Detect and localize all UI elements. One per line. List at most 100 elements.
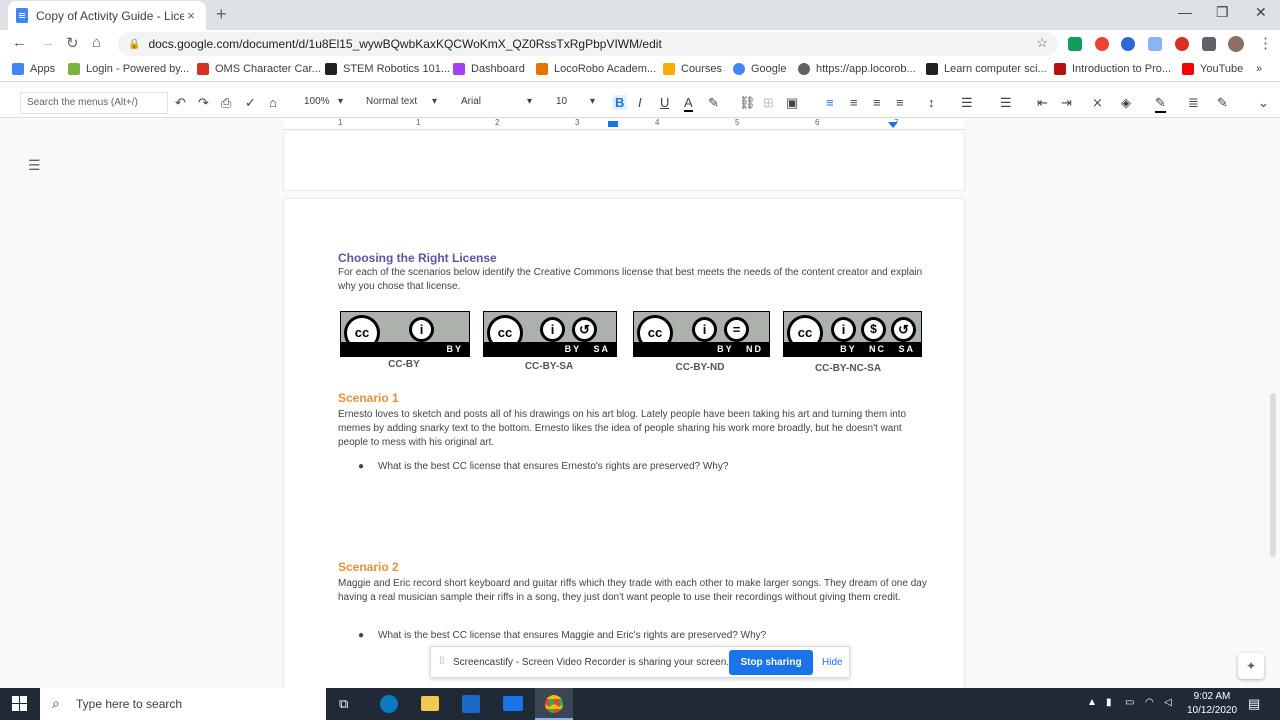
home-icon[interactable]: ⌂	[92, 34, 101, 51]
font-chevron-down-icon[interactable]: ▾	[527, 96, 532, 107]
search-menus-input[interactable]: Search the menus (Alt+/)	[20, 92, 168, 114]
close-window-button[interactable]: ✕	[1255, 4, 1267, 21]
chrome-menu-icon[interactable]: ⋮	[1258, 34, 1273, 52]
highlight-icon[interactable]: ✎	[708, 95, 719, 111]
browser-tab[interactable]: Copy of Activity Guide - Licensin ×	[8, 1, 206, 30]
page[interactable]: Choosing the Right License For each of t…	[284, 199, 964, 688]
justify-icon[interactable]: ≡	[896, 95, 904, 110]
bookmark-stem[interactable]: STEM Robotics 101...	[325, 63, 450, 75]
bullet-dot: ●	[358, 461, 365, 472]
bookmark-youtube[interactable]: YouTube	[1182, 63, 1243, 75]
collapse-toolbar-icon[interactable]: ⌄	[1258, 95, 1269, 111]
document-canvas: ☰ Choosing the Right License For each of…	[0, 131, 1280, 688]
bookmark-learn-cs[interactable]: Learn computer sci...	[926, 63, 1047, 75]
bold-icon[interactable]: B	[612, 95, 628, 110]
document-outline-icon[interactable]: ☰	[28, 157, 41, 174]
extensions-puzzle-icon[interactable]	[1202, 37, 1216, 51]
link-icon[interactable]: ⛓	[739, 95, 756, 111]
extension-classroom-icon[interactable]	[1068, 37, 1082, 51]
forward-arrow-icon[interactable]: →	[40, 34, 55, 51]
first-line-indent-marker[interactable]	[608, 121, 618, 127]
zoom-chevron-down-icon[interactable]: ▾	[338, 96, 343, 107]
notifications-icon[interactable]: ▤	[1248, 696, 1260, 712]
taskbar-search-box[interactable]: ⌕ Type here to search	[40, 688, 326, 720]
drag-handle-icon[interactable]: ⁞⁞	[439, 656, 445, 667]
extension-window-icon[interactable]	[1148, 37, 1162, 51]
style-chevron-down-icon[interactable]: ▾	[432, 96, 437, 107]
font-select[interactable]: Arial	[461, 96, 481, 107]
clock-date[interactable]: 10/12/2020	[1183, 705, 1241, 716]
store-icon[interactable]	[462, 695, 480, 713]
align-left-icon[interactable]: ≡	[826, 95, 834, 110]
border-color-icon[interactable]: ✎	[1155, 95, 1166, 113]
bookmark-intro[interactable]: Introduction to Pro...	[1054, 63, 1171, 75]
bookmark-locorobo[interactable]: LocoRobo Academ...	[536, 63, 656, 75]
share-alike-icon: ↺	[891, 317, 916, 342]
numbered-list-icon[interactable]: ☰	[961, 95, 973, 111]
border-weight-icon[interactable]: ≣	[1188, 95, 1199, 111]
print-icon[interactable]: ⎙	[221, 95, 231, 111]
align-center-icon[interactable]: ≡	[850, 95, 858, 110]
edge-icon[interactable]	[380, 695, 398, 713]
bookmark-courses[interactable]: Courses	[663, 63, 722, 75]
volume-icon[interactable]: ◁	[1164, 697, 1172, 708]
bookmark-oms[interactable]: OMS Character Car...	[197, 63, 321, 75]
task-view-icon[interactable]: ⧉	[339, 696, 348, 712]
usb-icon[interactable]: ▮	[1106, 697, 1112, 708]
italic-icon[interactable]: I	[638, 95, 642, 110]
bookmark-dashboard[interactable]: Dashboard	[453, 63, 525, 75]
undo-icon[interactable]: ↶	[175, 95, 186, 111]
increase-indent-icon[interactable]: ⇥	[1061, 95, 1072, 111]
fill-color-icon[interactable]: ◈	[1121, 95, 1131, 111]
bookmark-apps[interactable]: Apps	[12, 63, 55, 75]
battery-icon[interactable]: ▭	[1125, 697, 1134, 708]
back-arrow-icon[interactable]: ←	[12, 34, 27, 51]
ruler: 1 1 2 3 4 5 6 7	[0, 118, 1280, 131]
extension-k-icon[interactable]	[1121, 37, 1135, 51]
scrollbar-thumb[interactable]	[1270, 393, 1276, 557]
bookmark-star-icon[interactable]: ☆	[1036, 35, 1048, 51]
clock-time[interactable]: 9:02 AM	[1188, 691, 1236, 702]
font-size-chevron-down-icon[interactable]: ▾	[590, 96, 595, 107]
tab-close-icon[interactable]: ×	[184, 8, 198, 23]
windows-start-icon[interactable]	[12, 696, 27, 711]
new-tab-button[interactable]: +	[216, 4, 227, 25]
bookmark-login[interactable]: Login - Powered by...	[68, 63, 189, 75]
bookmarks-overflow-icon[interactable]: »	[1256, 63, 1262, 75]
style-select[interactable]: Normal text	[366, 96, 417, 107]
minimize-button[interactable]: —	[1178, 4, 1192, 20]
extension-record-icon[interactable]	[1175, 37, 1189, 51]
decrease-indent-icon[interactable]: ⇤	[1037, 95, 1048, 111]
extension-screencastify-icon[interactable]	[1095, 37, 1109, 51]
bookmark-google[interactable]: Google	[733, 63, 786, 75]
text-color-icon[interactable]: A	[684, 95, 693, 112]
explore-icon[interactable]: ✦	[1238, 653, 1264, 679]
clear-formatting-icon[interactable]: ⨯	[1092, 95, 1103, 111]
file-explorer-icon[interactable]	[421, 696, 439, 711]
google-docs-icon	[16, 8, 28, 23]
hide-button[interactable]: Hide	[822, 657, 843, 668]
chrome-taskbar-button[interactable]	[535, 688, 573, 720]
underline-icon[interactable]: U	[660, 95, 669, 110]
url-bar[interactable]: 🔒 docs.google.com/document/d/1u8El15_wyw…	[118, 32, 1058, 56]
right-indent-marker[interactable]	[888, 122, 898, 128]
paint-format-icon[interactable]: ⌂	[269, 95, 277, 110]
bookmark-app-locorobo[interactable]: https://app.locorob...	[798, 63, 916, 75]
wifi-icon[interactable]: ◠	[1145, 697, 1154, 708]
editing-mode-icon[interactable]: ✎	[1217, 95, 1228, 111]
spellcheck-icon[interactable]: ✓	[245, 95, 256, 111]
font-size-select[interactable]: 10	[556, 96, 567, 107]
line-spacing-icon[interactable]: ↕	[928, 95, 935, 110]
restore-button[interactable]: ❐	[1216, 4, 1229, 21]
image-icon[interactable]: ▣	[786, 95, 798, 111]
redo-icon[interactable]: ↷	[198, 95, 209, 111]
stop-sharing-button[interactable]: Stop sharing	[729, 650, 813, 675]
zoom-select[interactable]: 100%	[304, 96, 330, 107]
profile-avatar[interactable]	[1228, 36, 1244, 52]
comment-icon[interactable]: ⊞	[763, 95, 774, 111]
align-right-icon[interactable]: ≡	[873, 95, 881, 110]
reload-icon[interactable]: ↻	[66, 34, 79, 52]
show-hidden-icons[interactable]: ▲	[1087, 697, 1097, 708]
bulleted-list-icon[interactable]: ☰	[1000, 95, 1012, 111]
mail-icon[interactable]	[503, 696, 523, 711]
